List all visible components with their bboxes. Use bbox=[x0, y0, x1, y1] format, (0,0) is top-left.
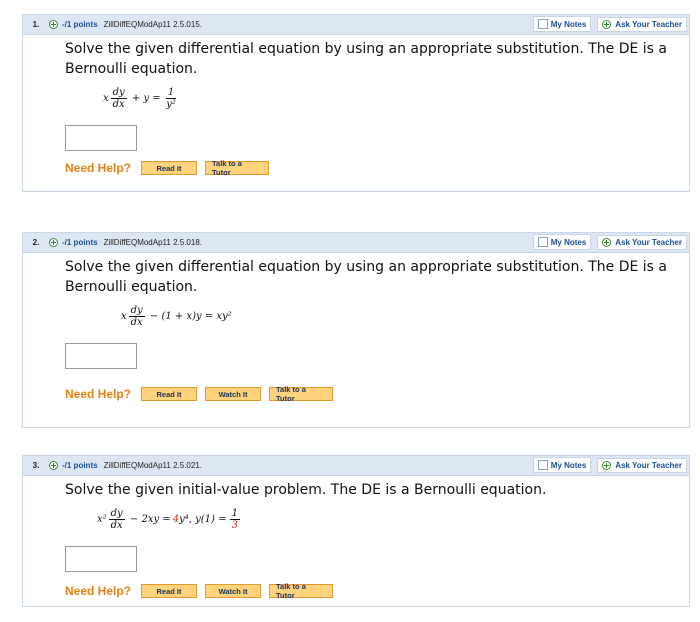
question-tools: My Notes Ask Your Teacher bbox=[532, 457, 687, 473]
watch-it-button[interactable]: Watch It bbox=[205, 387, 262, 401]
eq-num: dy bbox=[128, 305, 145, 317]
eq-den: y² bbox=[166, 99, 176, 110]
plus-icon bbox=[602, 460, 612, 470]
my-notes-label: My Notes bbox=[550, 237, 587, 247]
equation: x² dy dx − 2xy = 4y⁴, y(1) = 13 bbox=[95, 508, 689, 538]
eq-num: dy bbox=[108, 508, 125, 520]
eq-term: x bbox=[121, 311, 127, 322]
question-2: 2. -/1 points ZillDiffEQModAp11 2.5.018.… bbox=[22, 232, 690, 428]
question-header: 2. -/1 points ZillDiffEQModAp11 2.5.018.… bbox=[23, 233, 689, 253]
eq-den: dx bbox=[112, 99, 125, 110]
eq-term: − 2xy = bbox=[129, 514, 171, 525]
checkbox-icon[interactable] bbox=[537, 19, 548, 29]
answer-input[interactable] bbox=[65, 546, 137, 572]
eq-den: dx bbox=[130, 317, 143, 328]
help-row: Need Help? Read It Watch It Talk to a Tu… bbox=[65, 385, 689, 403]
help-row: Need Help? Read It Watch It Talk to a Tu… bbox=[65, 582, 689, 600]
points-label: -/1 points bbox=[62, 20, 98, 29]
question-tools: My Notes Ask Your Teacher bbox=[532, 16, 687, 32]
question-id: ZillDiffEQModAp11 2.5.021. bbox=[103, 461, 202, 470]
question-tools: My Notes Ask Your Teacher bbox=[532, 234, 687, 250]
eq-fraction: dy dx bbox=[110, 87, 127, 110]
eq-term: x² bbox=[97, 514, 107, 525]
question-3: 3. -/1 points ZillDiffEQModAp11 2.5.021.… bbox=[22, 455, 690, 607]
question-body: Solve the given differential equation by… bbox=[23, 35, 689, 177]
need-help-label: Need Help? bbox=[65, 584, 132, 598]
talk-to-tutor-button[interactable]: Talk to a Tutor bbox=[269, 385, 334, 403]
eq-den: 3 bbox=[231, 520, 239, 531]
read-it-button[interactable]: Read It bbox=[141, 584, 198, 598]
eq-term: − (1 + x)y = xy² bbox=[149, 311, 232, 322]
eq-num: 1 bbox=[229, 508, 241, 520]
my-notes-button[interactable]: My Notes bbox=[532, 457, 592, 473]
my-notes-button[interactable]: My Notes bbox=[532, 16, 592, 32]
eq-term: y⁴, y(1) = bbox=[179, 514, 227, 525]
expand-icon[interactable] bbox=[49, 461, 58, 470]
need-help-label: Need Help? bbox=[65, 387, 132, 401]
my-notes-button[interactable]: My Notes bbox=[532, 234, 592, 250]
eq-fraction: dy dx bbox=[128, 305, 145, 328]
read-it-button[interactable]: Read It bbox=[141, 161, 198, 175]
equation: x dy dx + y = 1 y² bbox=[101, 87, 689, 117]
question-1: 1. -/1 points ZillDiffEQModAp11 2.5.015.… bbox=[22, 14, 690, 192]
question-number: 2. bbox=[32, 238, 40, 247]
question-text: Solve the given differential equation by… bbox=[65, 41, 668, 77]
eq-num: 1 bbox=[165, 87, 177, 99]
eq-fraction: 13 bbox=[229, 508, 241, 531]
talk-to-tutor-button[interactable]: Talk to a Tutor bbox=[269, 582, 334, 600]
plus-icon bbox=[602, 237, 612, 247]
equation: x dy dx − (1 + x)y = xy² bbox=[119, 305, 689, 335]
question-text: Solve the given differential equation by… bbox=[65, 259, 668, 295]
ask-teacher-label: Ask Your Teacher bbox=[615, 460, 682, 470]
talk-to-tutor-button[interactable]: Talk to a Tutor bbox=[205, 159, 270, 177]
question-id: ZillDiffEQModAp11 2.5.015. bbox=[103, 20, 202, 29]
eq-fraction: dy dx bbox=[108, 508, 125, 531]
question-header: 3. -/1 points ZillDiffEQModAp11 2.5.021.… bbox=[23, 456, 689, 476]
help-row: Need Help? Read It Talk to a Tutor bbox=[65, 159, 689, 177]
ask-teacher-label: Ask Your Teacher bbox=[615, 19, 682, 29]
expand-icon[interactable] bbox=[49, 20, 58, 29]
ask-teacher-button[interactable]: Ask Your Teacher bbox=[597, 457, 687, 473]
checkbox-icon[interactable] bbox=[537, 237, 548, 247]
eq-fraction: 1 y² bbox=[165, 87, 177, 110]
question-number: 3. bbox=[32, 461, 40, 470]
question-body: Solve the given initial-value problem. T… bbox=[23, 476, 689, 600]
expand-icon[interactable] bbox=[49, 238, 58, 247]
eq-term: + y = bbox=[131, 93, 161, 104]
points-label: -/1 points bbox=[62, 461, 98, 470]
answer-input[interactable] bbox=[65, 125, 137, 151]
question-number: 1. bbox=[32, 20, 40, 29]
ask-teacher-button[interactable]: Ask Your Teacher bbox=[597, 234, 687, 250]
plus-icon bbox=[602, 19, 612, 29]
question-body: Solve the given differential equation by… bbox=[23, 253, 689, 403]
checkbox-icon[interactable] bbox=[537, 460, 548, 470]
question-text: Solve the given initial-value problem. T… bbox=[65, 482, 547, 498]
watch-it-button[interactable]: Watch It bbox=[205, 584, 262, 598]
eq-num: dy bbox=[110, 87, 127, 99]
need-help-label: Need Help? bbox=[65, 161, 132, 175]
my-notes-label: My Notes bbox=[550, 19, 587, 29]
eq-term: x bbox=[103, 93, 109, 104]
eq-den: dx bbox=[110, 520, 123, 531]
ask-teacher-label: Ask Your Teacher bbox=[615, 237, 682, 247]
read-it-button[interactable]: Read It bbox=[141, 387, 198, 401]
my-notes-label: My Notes bbox=[550, 460, 587, 470]
answer-input[interactable] bbox=[65, 343, 137, 369]
question-id: ZillDiffEQModAp11 2.5.018. bbox=[103, 238, 202, 247]
points-label: -/1 points bbox=[62, 238, 98, 247]
question-header: 1. -/1 points ZillDiffEQModAp11 2.5.015.… bbox=[23, 15, 689, 35]
ask-teacher-button[interactable]: Ask Your Teacher bbox=[597, 16, 687, 32]
